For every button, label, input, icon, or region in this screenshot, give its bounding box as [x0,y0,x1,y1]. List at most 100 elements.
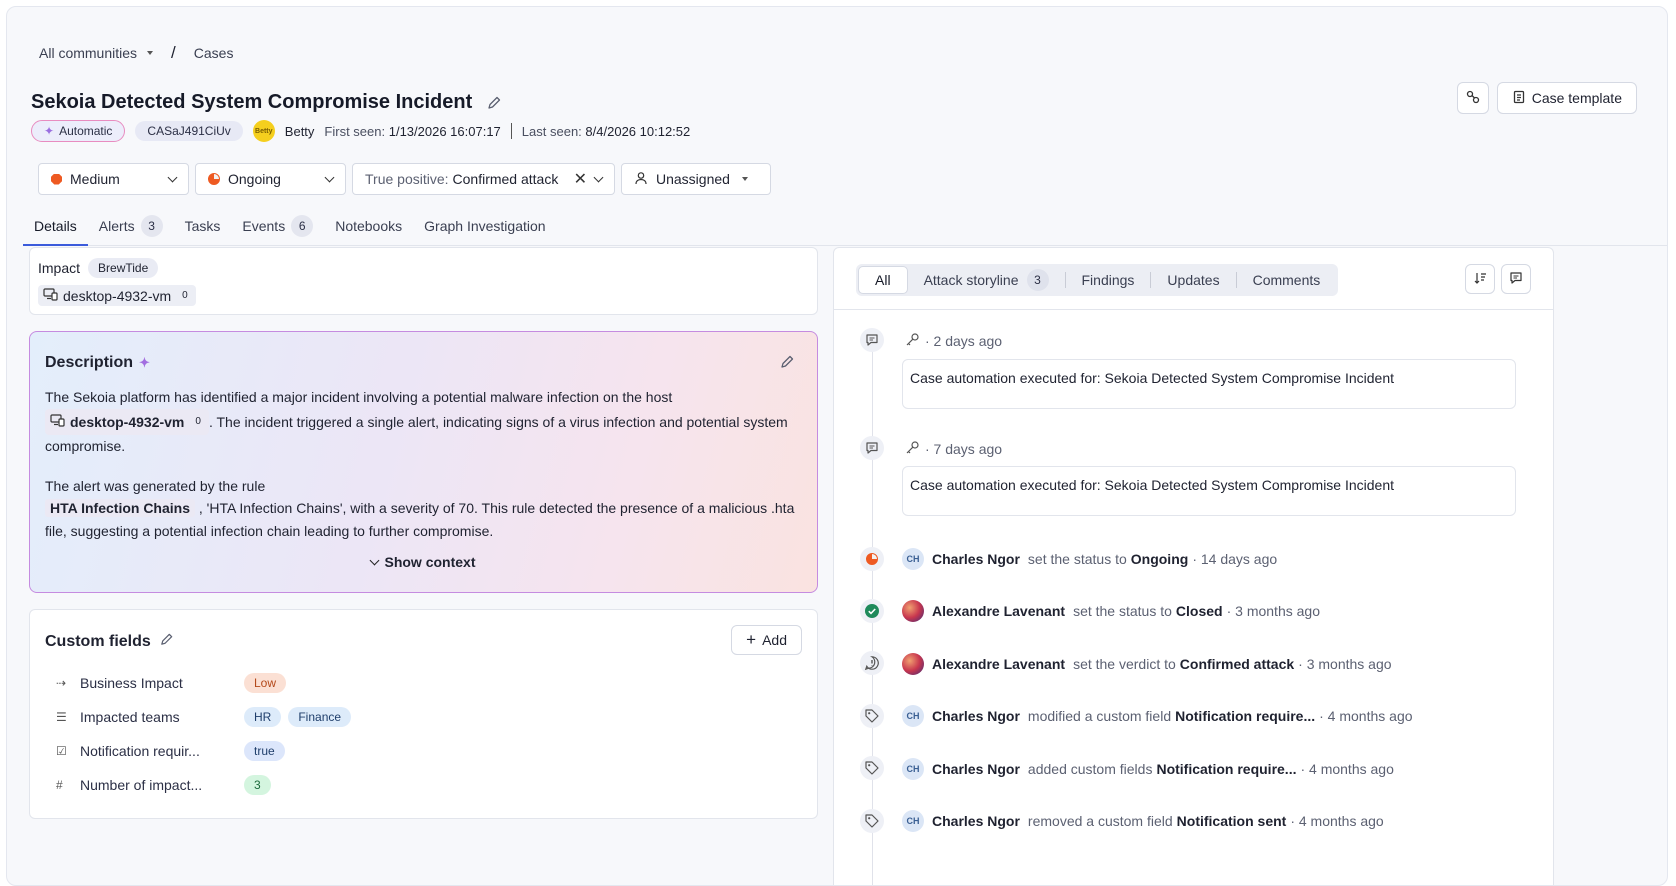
description-text: The alert was generated by the rule [45,477,266,494]
tab-details[interactable]: Details [23,218,88,246]
filter-findings[interactable]: Findings [1066,266,1151,294]
chevron-down-icon [593,172,604,182]
meta-divider [510,123,512,139]
filter-all[interactable]: All [858,266,908,294]
edit-description-pencil-icon[interactable] [779,354,795,373]
field-value-tag[interactable]: Finance [288,707,352,727]
case-template-button[interactable]: Case template [1496,82,1637,114]
assignee-select[interactable]: Unassigned [621,163,771,195]
activity-event: CH Charles Ngor removed a custom field N… [902,810,1384,832]
status-select[interactable]: Ongoing [195,163,346,195]
field-value-tag[interactable]: HR [244,707,282,727]
add-custom-field-button[interactable]: + Add [731,625,802,655]
actor-name[interactable]: Charles Ngor [932,813,1020,829]
comment-icon [1509,271,1523,288]
filter-label: Attack storyline [923,272,1019,288]
case-tabs: Details Alerts 3 Tasks Events 6 Notebooks … [23,215,1667,246]
tab-label: Events [242,218,286,234]
show-context-button[interactable]: Show context [30,554,817,570]
description-paragraph: The Sekoia platform has identified a maj… [45,386,805,458]
tab-events[interactable]: Events 6 [231,215,324,246]
actor-name[interactable]: Alexandre Lavenant [932,603,1065,619]
impact-entity-badge[interactable]: BrewTide [88,258,159,278]
tab-count-badge: 6 [291,215,314,237]
owner-avatar: Betty [252,120,275,142]
field-value-tag[interactable]: 3 [244,775,271,795]
verdict-value: Confirmed attack [452,171,559,187]
avatar: CH [902,758,924,780]
tab-notebooks[interactable]: Notebooks [324,218,413,246]
description-card: Description ✦ The Sekoia platform has id… [29,331,818,593]
key-icon [904,440,920,457]
event-time: · 4 months ago [1319,708,1413,724]
case-page: All communities / Cases Sekoia Detected … [6,6,1668,886]
host-device-icon [50,411,65,434]
activity-filter-tabs: All Attack storyline 3 Findings Updates C… [856,264,1339,296]
rule-chip[interactable]: HTA Infection Chains [45,499,195,517]
field-label: Impacted teams [80,709,180,725]
custom-field-row: ☑ Notification requir... true [56,741,292,761]
status-closed-icon [860,599,884,623]
host-chip[interactable]: desktop-4932-vm 0 [45,408,209,435]
severity-select[interactable]: Medium [38,163,189,195]
edit-custom-fields-pencil-icon[interactable] [159,632,174,652]
field-type-icon: ☰ [56,710,67,724]
custom-field-row: ⇢ Business Impact Low [56,673,293,693]
case-id-badge[interactable]: CASaJ491CiUv [135,121,243,141]
tag-icon [860,809,884,833]
sparkle-icon: ✦ [44,124,55,138]
activity-event: CH Charles Ngor modified a custom field … [902,705,1413,727]
actor-name[interactable]: Alexandre Lavenant [932,656,1065,672]
last-seen: Last seen: 8/4/2026 10:12:52 [522,124,690,139]
case-meta-row: ✦ Automatic CASaJ491CiUv Betty Betty Fir… [31,120,690,142]
filter-updates[interactable]: Updates [1151,266,1235,294]
tag-icon [860,756,884,780]
description-text: The Sekoia platform has identified a maj… [45,389,673,405]
last-seen-label: Last seen: [521,123,582,139]
field-value-tag[interactable]: true [244,741,285,761]
field-label: Business Impact [80,675,183,691]
host-chip[interactable]: desktop-4932-vm 0 [38,285,196,306]
edit-title-pencil-icon[interactable] [486,95,502,111]
event-time: · 3 months ago [1226,603,1320,619]
actor-name[interactable]: Charles Ngor [932,761,1020,777]
tab-graph-investigation[interactable]: Graph Investigation [413,218,556,246]
automation-message: Case automation executed for: Sekoia Det… [902,466,1516,516]
custom-field-row: ☰ Impacted teams HR Finance [56,707,358,727]
tag-icon [860,704,884,728]
verdict-icon [860,651,884,675]
user-icon [634,171,648,188]
community-label: All communities [39,45,138,61]
caret-down-icon [741,177,748,181]
field-label: Number of impact... [80,777,203,793]
plus-icon: + [746,630,757,649]
field-label: Notification requir... [80,743,200,759]
filter-label: All [875,272,891,288]
impact-header: Impact BrewTide [38,258,159,278]
status-ongoing-icon [860,547,884,571]
actor-name[interactable]: Charles Ngor [932,551,1020,567]
filter-count-badge: 3 [1026,269,1049,291]
filter-attack-storyline[interactable]: Attack storyline 3 [908,266,1065,294]
event-action: set the status to [1073,603,1172,619]
community-selector[interactable]: All communities [39,45,154,61]
tab-tasks[interactable]: Tasks [174,218,232,246]
link-button[interactable] [1456,82,1489,114]
tab-label: Notebooks [335,218,403,234]
filter-comments[interactable]: Comments [1237,266,1337,294]
actor-name[interactable]: Charles Ngor [932,708,1020,724]
event-target: Notification require... [1175,708,1316,724]
verdict-prefix: True positive: [365,171,449,187]
avatar [902,600,924,622]
tab-alerts[interactable]: Alerts 3 [88,215,174,246]
activity-event: CH Charles Ngor set the status to Ongoin… [902,548,1277,570]
sort-button[interactable] [1465,264,1495,294]
field-value-tag[interactable]: Low [244,673,287,693]
field-type-icon: ☑ [56,744,67,758]
breadcrumb-cases-link[interactable]: Cases [194,45,234,61]
verdict-select[interactable]: True positive: Confirmed attack ✕ [352,163,615,195]
clear-verdict-icon[interactable]: ✕ [574,169,587,189]
impact-card: Impact BrewTide desktop-4932-vm 0 [29,247,818,315]
activity-event: CH Charles Ngor added custom fields Noti… [902,758,1394,780]
add-comment-button[interactable] [1501,264,1531,294]
